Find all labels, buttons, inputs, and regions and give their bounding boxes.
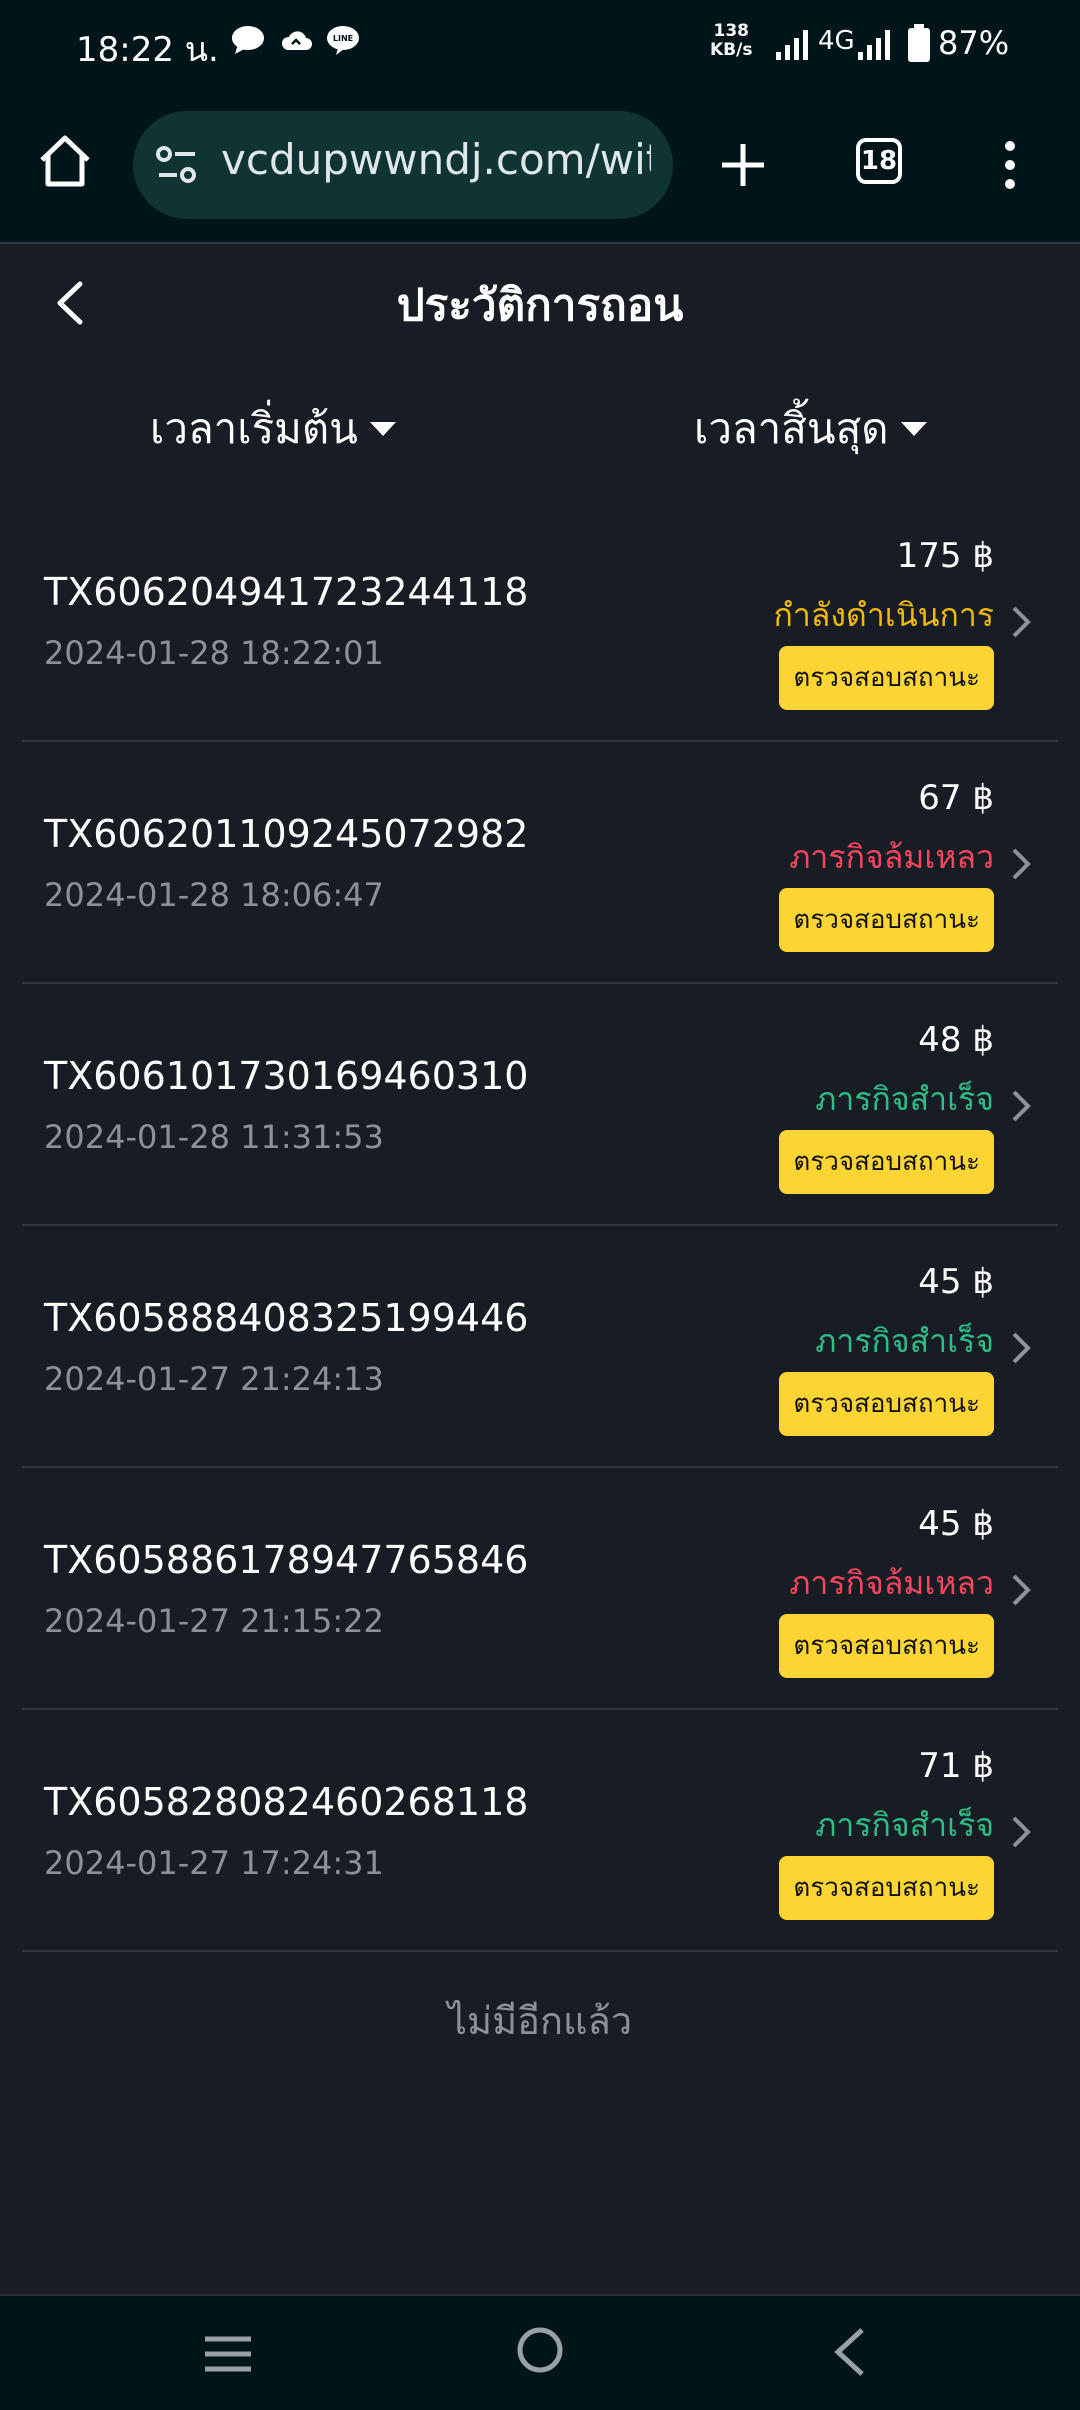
- status-text: ภารกิจสำเร็จ: [815, 1806, 994, 1844]
- system-nav-bar: [0, 2294, 1080, 2410]
- start-time-label: เวลาเริ่มต้น: [150, 404, 358, 453]
- tab-switcher-button[interactable]: 18: [856, 138, 902, 184]
- transaction-amount: 48 ฿: [918, 1020, 994, 1060]
- list-item[interactable]: TX606201109245072982 2024-01-28 18:06:47…: [22, 742, 1058, 984]
- status-time: 18:22 น.: [76, 30, 219, 70]
- status-text: ภารกิจสำเร็จ: [815, 1322, 994, 1360]
- transaction-id: TX606101730169460310: [44, 1054, 529, 1098]
- transaction-time: 2024-01-28 18:06:47: [44, 876, 384, 914]
- caret-down-icon: [369, 422, 396, 436]
- transaction-amount: 67 ฿: [918, 778, 994, 818]
- svg-text:LINE: LINE: [333, 34, 353, 43]
- notification-icons: LINE: [230, 24, 360, 56]
- status-text: กำลังดำเนินการ: [773, 596, 994, 634]
- site-settings-icon[interactable]: [155, 143, 199, 187]
- chevron-right-icon[interactable]: [1010, 1814, 1032, 1850]
- chevron-right-icon[interactable]: [1010, 1088, 1032, 1124]
- status-bar: 18:22 น. LINE 138 KB/s 4G 87%: [0, 0, 1080, 92]
- transaction-time: 2024-01-27 21:24:13: [44, 1360, 384, 1398]
- transaction-amount: 45 ฿: [918, 1262, 994, 1302]
- toolbar-divider: [0, 242, 1080, 244]
- check-status-button[interactable]: ตรวจสอบสถานะ: [779, 1614, 994, 1678]
- transaction-time: 2024-01-28 11:31:53: [44, 1118, 384, 1156]
- network-type: 4G: [818, 26, 855, 56]
- chevron-right-icon[interactable]: [1010, 604, 1032, 640]
- caret-down-icon: [900, 422, 927, 436]
- battery-percent: 87%: [938, 24, 1010, 62]
- status-text: ภารกิจล้มเหลว: [789, 838, 994, 876]
- end-time-label: เวลาสิ้นสุด: [694, 404, 889, 453]
- new-tab-icon[interactable]: [718, 140, 768, 190]
- chevron-right-icon[interactable]: [1010, 1572, 1032, 1608]
- list-item[interactable]: TX605828082460268118 2024-01-27 17:24:31…: [22, 1710, 1058, 1952]
- check-status-button[interactable]: ตรวจสอบสถานะ: [779, 1856, 994, 1920]
- transaction-time: 2024-01-27 21:15:22: [44, 1602, 384, 1640]
- transaction-amount: 71 ฿: [918, 1746, 994, 1786]
- transaction-amount: 45 ฿: [918, 1504, 994, 1544]
- check-status-button[interactable]: ตรวจสอบสถานะ: [779, 1130, 994, 1194]
- address-bar[interactable]: vcdupwwndj.com/withdrawal: [133, 111, 673, 219]
- list-item[interactable]: TX605886178947765846 2024-01-27 21:15:22…: [22, 1468, 1058, 1710]
- transaction-id: TX606204941723244118: [44, 570, 529, 614]
- line-app-icon: LINE: [327, 26, 359, 55]
- network-speed: 138 KB/s: [710, 21, 753, 60]
- nav-back-icon[interactable]: [832, 2326, 868, 2378]
- transaction-id: TX605828082460268118: [44, 1780, 529, 1824]
- page-title: ประวัติการถอน: [396, 280, 684, 331]
- transaction-time: 2024-01-27 17:24:31: [44, 1844, 384, 1882]
- recent-apps-icon[interactable]: [203, 2334, 253, 2374]
- status-text: ภารกิจล้มเหลว: [789, 1564, 994, 1602]
- home-icon[interactable]: [36, 132, 94, 190]
- list-item[interactable]: TX605888408325199446 2024-01-27 21:24:13…: [22, 1226, 1058, 1468]
- check-status-button[interactable]: ตรวจสอบสถานะ: [779, 888, 994, 952]
- chevron-right-icon[interactable]: [1010, 1330, 1032, 1366]
- transaction-time: 2024-01-28 18:22:01: [44, 634, 384, 672]
- transaction-id: TX605886178947765846: [44, 1538, 529, 1582]
- list-item[interactable]: TX606204941723244118 2024-01-28 18:22:01…: [22, 500, 1058, 742]
- browser-toolbar: vcdupwwndj.com/withdrawal 18: [0, 92, 1080, 242]
- check-status-button[interactable]: ตรวจสอบสถานะ: [779, 1372, 994, 1436]
- status-text: ภารกิจสำเร็จ: [815, 1080, 994, 1118]
- home-circle-icon[interactable]: [516, 2326, 564, 2374]
- chevron-right-icon[interactable]: [1010, 846, 1032, 882]
- chat-bubble-icon: [232, 26, 264, 54]
- list-item[interactable]: TX606101730169460310 2024-01-28 11:31:53…: [22, 984, 1058, 1226]
- transaction-id: TX606201109245072982: [44, 812, 529, 856]
- transaction-id: TX605888408325199446: [44, 1296, 529, 1340]
- more-menu-icon[interactable]: [1002, 140, 1018, 190]
- start-time-filter[interactable]: เวลาเริ่มต้น: [150, 396, 396, 462]
- withdrawal-list: TX606204941723244118 2024-01-28 18:22:01…: [22, 500, 1058, 1952]
- signal-4g-icon: [858, 30, 890, 60]
- url-text[interactable]: vcdupwwndj.com/withdrawal: [221, 135, 651, 184]
- transaction-amount: 175 ฿: [896, 536, 994, 576]
- end-time-filter[interactable]: เวลาสิ้นสุด: [694, 396, 927, 462]
- check-status-button[interactable]: ตรวจสอบสถานะ: [779, 646, 994, 710]
- signal-icon: [776, 30, 808, 60]
- battery-icon: [908, 24, 930, 62]
- end-of-list-text: ไม่มีอีกแล้ว: [447, 1999, 633, 2043]
- cloud-icon: [281, 31, 312, 50]
